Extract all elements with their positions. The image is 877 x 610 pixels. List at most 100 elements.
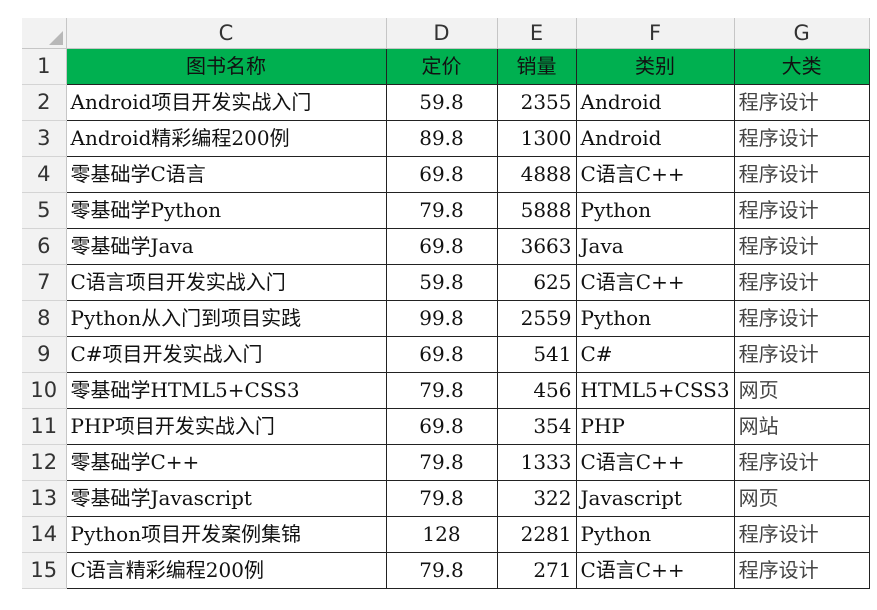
cell-sales[interactable]: 456 bbox=[496, 372, 577, 409]
row-header[interactable]: 15 bbox=[22, 552, 67, 589]
cell-major-category[interactable]: 程序设计 bbox=[733, 120, 870, 157]
cell-price[interactable]: 128 bbox=[385, 516, 498, 553]
column-header-f[interactable]: F bbox=[576, 18, 735, 49]
column-header-e[interactable]: E bbox=[497, 18, 577, 49]
row-header[interactable]: 12 bbox=[22, 444, 67, 481]
row-header[interactable]: 11 bbox=[22, 408, 67, 445]
cell-major-category[interactable]: 程序设计 bbox=[733, 264, 870, 301]
cell-major-category[interactable]: 程序设计 bbox=[733, 444, 870, 481]
cell-book-name[interactable]: Android项目开发实战入门 bbox=[65, 84, 387, 121]
cell-sales[interactable]: 2559 bbox=[496, 300, 577, 337]
header-cell-category[interactable]: 类别 bbox=[575, 48, 735, 85]
cell-price[interactable]: 99.8 bbox=[385, 300, 498, 337]
cell-sales[interactable]: 1300 bbox=[496, 120, 577, 157]
table-row: 12 零基础学C++ 79.8 1333 C语言C++ 程序设计 bbox=[22, 444, 870, 481]
cell-book-name[interactable]: 零基础学C++ bbox=[65, 444, 387, 481]
header-cell-book-name[interactable]: 图书名称 bbox=[65, 48, 387, 85]
row-header[interactable]: 9 bbox=[22, 336, 67, 373]
cell-category[interactable]: Python bbox=[575, 192, 735, 229]
cell-price[interactable]: 69.8 bbox=[385, 156, 498, 193]
row-header[interactable]: 5 bbox=[22, 192, 67, 229]
column-header-g[interactable]: G bbox=[734, 18, 870, 49]
cell-sales[interactable]: 541 bbox=[496, 336, 577, 373]
column-header-c[interactable]: C bbox=[66, 18, 387, 49]
cell-category[interactable]: C# bbox=[575, 336, 735, 373]
cell-book-name[interactable]: Android精彩编程200例 bbox=[65, 120, 387, 157]
cell-category[interactable]: C语言C++ bbox=[575, 156, 735, 193]
cell-sales[interactable]: 2355 bbox=[496, 84, 577, 121]
cell-category[interactable]: C语言C++ bbox=[575, 552, 735, 589]
row-header[interactable]: 2 bbox=[22, 84, 67, 121]
cell-category[interactable]: Javascript bbox=[575, 480, 735, 517]
cell-category[interactable]: Android bbox=[575, 84, 735, 121]
cell-price[interactable]: 69.8 bbox=[385, 408, 498, 445]
row-header[interactable]: 6 bbox=[22, 228, 67, 265]
cell-major-category[interactable]: 程序设计 bbox=[733, 336, 870, 373]
cell-category[interactable]: Java bbox=[575, 228, 735, 265]
cell-category[interactable]: HTML5+CSS3 bbox=[575, 372, 735, 409]
row-header[interactable]: 3 bbox=[22, 120, 67, 157]
row-header[interactable]: 14 bbox=[22, 516, 67, 553]
cell-price[interactable]: 79.8 bbox=[385, 444, 498, 481]
cell-major-category[interactable]: 网页 bbox=[733, 372, 870, 409]
cell-book-name[interactable]: C语言项目开发实战入门 bbox=[65, 264, 387, 301]
table-row: 9 C#项目开发实战入门 69.8 541 C# 程序设计 bbox=[22, 336, 870, 373]
cell-book-name[interactable]: 零基础学HTML5+CSS3 bbox=[65, 372, 387, 409]
cell-category[interactable]: Android bbox=[575, 120, 735, 157]
cell-book-name[interactable]: Python项目开发案例集锦 bbox=[65, 516, 387, 553]
cell-sales[interactable]: 3663 bbox=[496, 228, 577, 265]
row-header[interactable]: 7 bbox=[22, 264, 67, 301]
cell-major-category[interactable]: 程序设计 bbox=[733, 228, 870, 265]
column-header-d[interactable]: D bbox=[386, 18, 498, 49]
cell-price[interactable]: 59.8 bbox=[385, 264, 498, 301]
cell-major-category[interactable]: 程序设计 bbox=[733, 516, 870, 553]
cell-price[interactable]: 89.8 bbox=[385, 120, 498, 157]
cell-sales[interactable]: 271 bbox=[496, 552, 577, 589]
cell-sales[interactable]: 5888 bbox=[496, 192, 577, 229]
row-header[interactable]: 1 bbox=[22, 48, 67, 85]
cell-sales[interactable]: 2281 bbox=[496, 516, 577, 553]
header-cell-major-category[interactable]: 大类 bbox=[733, 48, 870, 85]
cell-book-name[interactable]: C#项目开发实战入门 bbox=[65, 336, 387, 373]
row-header[interactable]: 10 bbox=[22, 372, 67, 409]
cell-major-category[interactable]: 程序设计 bbox=[733, 552, 870, 589]
cell-book-name[interactable]: C语言精彩编程200例 bbox=[65, 552, 387, 589]
cell-book-name[interactable]: Python从入门到项目实践 bbox=[65, 300, 387, 337]
cell-price[interactable]: 79.8 bbox=[385, 480, 498, 517]
cell-price[interactable]: 79.8 bbox=[385, 372, 498, 409]
cell-sales[interactable]: 1333 bbox=[496, 444, 577, 481]
table-row: 11 PHP项目开发实战入门 69.8 354 PHP 网站 bbox=[22, 408, 870, 445]
cell-sales[interactable]: 4888 bbox=[496, 156, 577, 193]
cell-price[interactable]: 79.8 bbox=[385, 552, 498, 589]
row-header[interactable]: 13 bbox=[22, 480, 67, 517]
cell-major-category[interactable]: 网页 bbox=[733, 480, 870, 517]
cell-price[interactable]: 69.8 bbox=[385, 228, 498, 265]
cell-major-category[interactable]: 程序设计 bbox=[733, 84, 870, 121]
row-header[interactable]: 8 bbox=[22, 300, 67, 337]
cell-book-name[interactable]: 零基础学C语言 bbox=[65, 156, 387, 193]
cell-price[interactable]: 69.8 bbox=[385, 336, 498, 373]
row-header[interactable]: 4 bbox=[22, 156, 67, 193]
header-cell-sales[interactable]: 销量 bbox=[496, 48, 577, 85]
cell-book-name[interactable]: 零基础学Java bbox=[65, 228, 387, 265]
cell-category[interactable]: C语言C++ bbox=[575, 264, 735, 301]
cell-price[interactable]: 59.8 bbox=[385, 84, 498, 121]
cell-major-category[interactable]: 网站 bbox=[733, 408, 870, 445]
table-header-row: 1 图书名称 定价 销量 类别 大类 bbox=[22, 48, 870, 85]
cell-sales[interactable]: 322 bbox=[496, 480, 577, 517]
header-cell-price[interactable]: 定价 bbox=[385, 48, 498, 85]
cell-price[interactable]: 79.8 bbox=[385, 192, 498, 229]
cell-sales[interactable]: 354 bbox=[496, 408, 577, 445]
cell-book-name[interactable]: PHP项目开发实战入门 bbox=[65, 408, 387, 445]
cell-book-name[interactable]: 零基础学Javascript bbox=[65, 480, 387, 517]
cell-category[interactable]: Python bbox=[575, 300, 735, 337]
cell-sales[interactable]: 625 bbox=[496, 264, 577, 301]
cell-major-category[interactable]: 程序设计 bbox=[733, 300, 870, 337]
cell-category[interactable]: PHP bbox=[575, 408, 735, 445]
cell-category[interactable]: Python bbox=[575, 516, 735, 553]
cell-major-category[interactable]: 程序设计 bbox=[733, 156, 870, 193]
select-all-corner[interactable] bbox=[22, 18, 67, 49]
cell-book-name[interactable]: 零基础学Python bbox=[65, 192, 387, 229]
cell-category[interactable]: C语言C++ bbox=[575, 444, 735, 481]
cell-major-category[interactable]: 程序设计 bbox=[733, 192, 870, 229]
